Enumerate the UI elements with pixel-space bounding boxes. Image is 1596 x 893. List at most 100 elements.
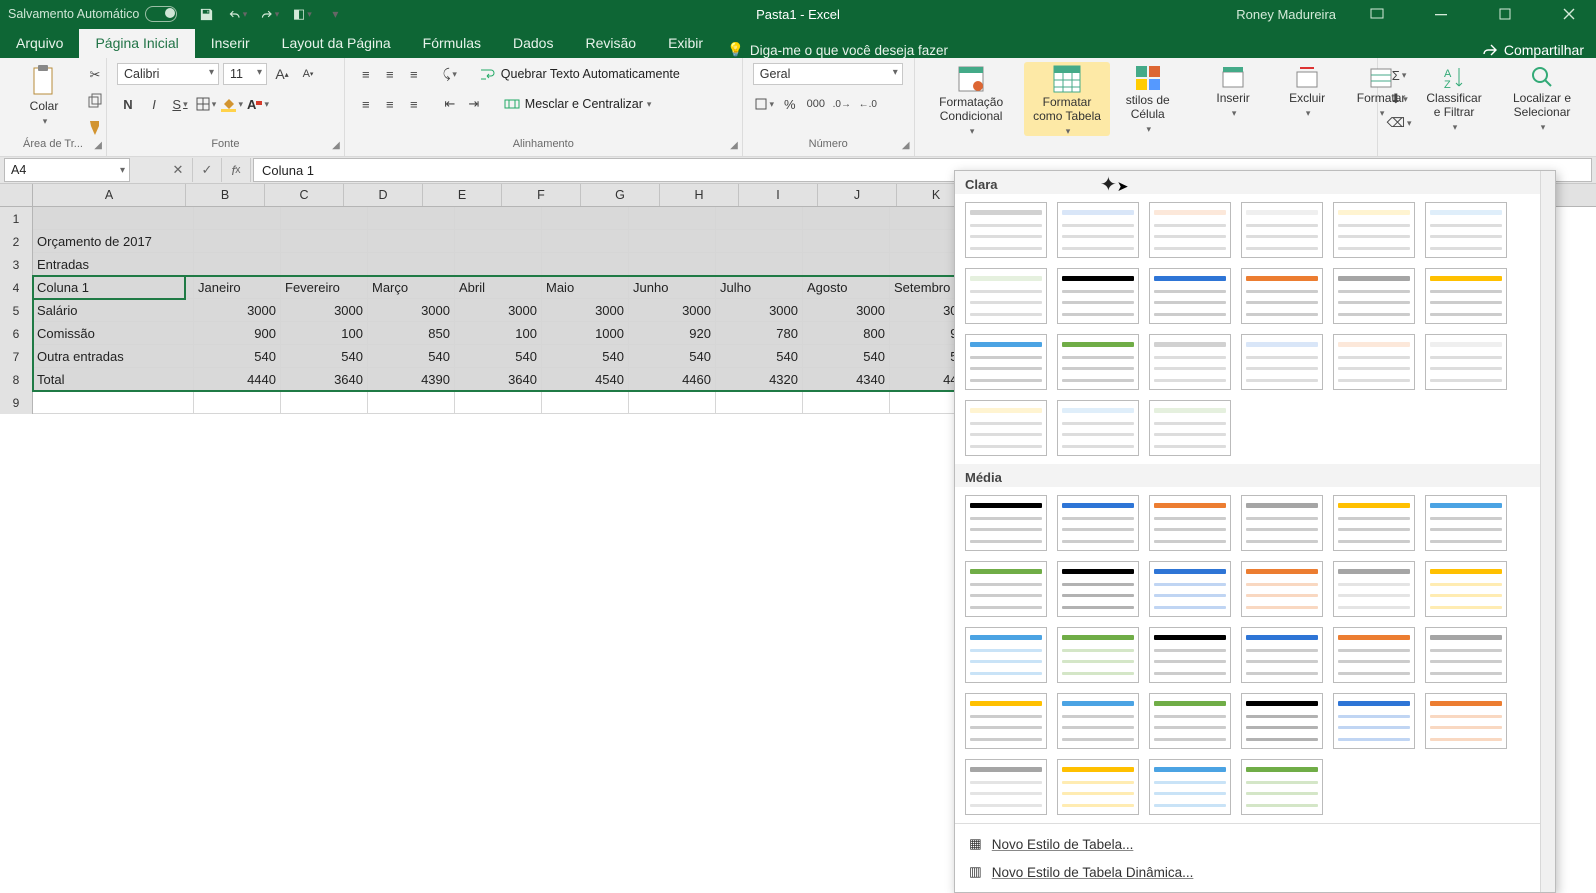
table-style-swatch[interactable] bbox=[1057, 627, 1139, 683]
table-style-swatch[interactable] bbox=[1149, 561, 1231, 617]
row-header[interactable]: 3 bbox=[0, 253, 33, 276]
table-style-swatch[interactable] bbox=[1425, 693, 1507, 749]
table-style-swatch[interactable] bbox=[1057, 268, 1139, 324]
name-box[interactable]: A4 bbox=[4, 158, 130, 182]
cell[interactable]: 4340 bbox=[803, 368, 890, 391]
col-header[interactable]: G bbox=[581, 184, 660, 206]
dialog-launcher-icon[interactable]: ◢ bbox=[332, 140, 340, 151]
table-style-swatch[interactable] bbox=[1333, 268, 1415, 324]
redo-icon[interactable]: ▾ bbox=[261, 5, 279, 23]
table-style-swatch[interactable] bbox=[1425, 268, 1507, 324]
undo-icon[interactable]: ▾ bbox=[229, 5, 247, 23]
row-header[interactable]: 4 bbox=[0, 276, 33, 299]
paste-button[interactable]: Colar▾ bbox=[10, 62, 78, 126]
cell[interactable] bbox=[455, 391, 542, 414]
cell[interactable] bbox=[33, 391, 194, 414]
table-style-swatch[interactable] bbox=[1149, 400, 1231, 456]
cell[interactable] bbox=[716, 253, 803, 276]
cell[interactable] bbox=[281, 207, 368, 230]
table-style-swatch[interactable] bbox=[1333, 202, 1415, 258]
table-style-swatch[interactable] bbox=[1241, 495, 1323, 551]
format-as-table-button[interactable]: Formatar como Tabela▾ bbox=[1024, 62, 1111, 136]
cell[interactable]: 3000 bbox=[194, 299, 281, 322]
clear-icon[interactable]: ⌫ ▾ bbox=[1388, 112, 1410, 134]
cell[interactable]: Coluna 1 bbox=[33, 276, 194, 299]
ribbon-options-icon[interactable] bbox=[1354, 0, 1400, 28]
table-style-swatch[interactable] bbox=[1149, 202, 1231, 258]
table-style-swatch[interactable] bbox=[965, 202, 1047, 258]
col-header[interactable]: J bbox=[818, 184, 897, 206]
table-style-swatch[interactable] bbox=[965, 627, 1047, 683]
maximize-icon[interactable] bbox=[1482, 0, 1528, 28]
row-header[interactable]: 1 bbox=[0, 207, 33, 230]
col-header[interactable]: I bbox=[739, 184, 818, 206]
cell[interactable] bbox=[281, 391, 368, 414]
cell[interactable] bbox=[542, 207, 629, 230]
cell[interactable]: 780 bbox=[716, 322, 803, 345]
cell[interactable]: 100 bbox=[455, 322, 542, 345]
insert-cells-button[interactable]: Inserir▾ bbox=[1199, 62, 1267, 118]
cell[interactable]: Agosto bbox=[803, 276, 890, 299]
accept-formula-icon[interactable]: ✓ bbox=[193, 158, 222, 182]
row-header[interactable]: 7 bbox=[0, 345, 33, 368]
cell[interactable] bbox=[281, 230, 368, 253]
cell[interactable]: 540 bbox=[542, 345, 629, 368]
cell[interactable] bbox=[542, 391, 629, 414]
table-style-swatch[interactable] bbox=[1241, 561, 1323, 617]
wrap-text-icon[interactable] bbox=[477, 63, 499, 85]
tell-me-search[interactable]: 💡 Diga-me o que você deseja fazer bbox=[727, 42, 948, 58]
conditional-formatting-button[interactable]: Formatação Condicional▾ bbox=[925, 62, 1018, 136]
increase-font-icon[interactable]: A▴ bbox=[271, 63, 293, 85]
cell[interactable]: 3000 bbox=[281, 299, 368, 322]
table-style-swatch[interactable] bbox=[1149, 268, 1231, 324]
table-style-swatch[interactable] bbox=[1425, 495, 1507, 551]
table-style-swatch[interactable] bbox=[1057, 759, 1139, 815]
table-style-swatch[interactable] bbox=[1333, 693, 1415, 749]
table-style-swatch[interactable] bbox=[965, 693, 1047, 749]
cell[interactable]: Junho bbox=[629, 276, 716, 299]
table-style-swatch[interactable] bbox=[965, 400, 1047, 456]
cell[interactable] bbox=[33, 207, 194, 230]
cell[interactable]: Outra entradas bbox=[33, 345, 194, 368]
decrease-indent-icon[interactable]: ⇤ bbox=[439, 93, 461, 115]
table-style-swatch[interactable] bbox=[1425, 202, 1507, 258]
delete-cells-button[interactable]: Excluir▾ bbox=[1273, 62, 1341, 118]
cell[interactable] bbox=[629, 230, 716, 253]
cell[interactable]: Fevereiro bbox=[281, 276, 368, 299]
table-style-swatch[interactable] bbox=[1057, 495, 1139, 551]
fx-icon[interactable]: fx bbox=[222, 158, 251, 182]
cell[interactable] bbox=[542, 253, 629, 276]
col-header[interactable]: H bbox=[660, 184, 739, 206]
font-name-combo[interactable] bbox=[117, 63, 219, 85]
table-style-swatch[interactable] bbox=[1333, 495, 1415, 551]
table-style-swatch[interactable] bbox=[1057, 561, 1139, 617]
cell[interactable]: 3000 bbox=[455, 299, 542, 322]
table-style-swatch[interactable] bbox=[965, 495, 1047, 551]
cell[interactable]: 4390 bbox=[368, 368, 455, 391]
cell[interactable]: Total bbox=[33, 368, 194, 391]
cell[interactable]: 900 bbox=[194, 322, 281, 345]
decrease-decimal-icon[interactable]: ←.0 bbox=[857, 93, 879, 115]
cell[interactable]: 540 bbox=[368, 345, 455, 368]
cell[interactable]: 920 bbox=[629, 322, 716, 345]
tab-layout[interactable]: Layout da Página bbox=[266, 29, 407, 58]
col-header[interactable]: D bbox=[344, 184, 423, 206]
cell[interactable]: Orçamento de 2017 bbox=[33, 230, 194, 253]
merge-icon[interactable] bbox=[501, 93, 523, 115]
underline-icon[interactable]: S ▾ bbox=[169, 93, 191, 115]
cell[interactable]: 540 bbox=[455, 345, 542, 368]
cell-styles-button[interactable]: stilos de Célula▾ bbox=[1116, 62, 1179, 134]
cell[interactable] bbox=[716, 230, 803, 253]
row-header[interactable]: 2 bbox=[0, 230, 33, 253]
col-header[interactable]: A bbox=[33, 184, 186, 206]
cell[interactable]: 540 bbox=[281, 345, 368, 368]
table-style-swatch[interactable] bbox=[1149, 759, 1231, 815]
cell[interactable]: 540 bbox=[803, 345, 890, 368]
cell[interactable]: 4540 bbox=[542, 368, 629, 391]
table-style-swatch[interactable] bbox=[1057, 334, 1139, 390]
cell[interactable]: 3640 bbox=[455, 368, 542, 391]
save-icon[interactable] bbox=[197, 5, 215, 23]
autosave-toggle[interactable]: Salvamento Automático bbox=[8, 6, 177, 22]
cell[interactable]: Maio bbox=[542, 276, 629, 299]
cell[interactable]: 3000 bbox=[629, 299, 716, 322]
